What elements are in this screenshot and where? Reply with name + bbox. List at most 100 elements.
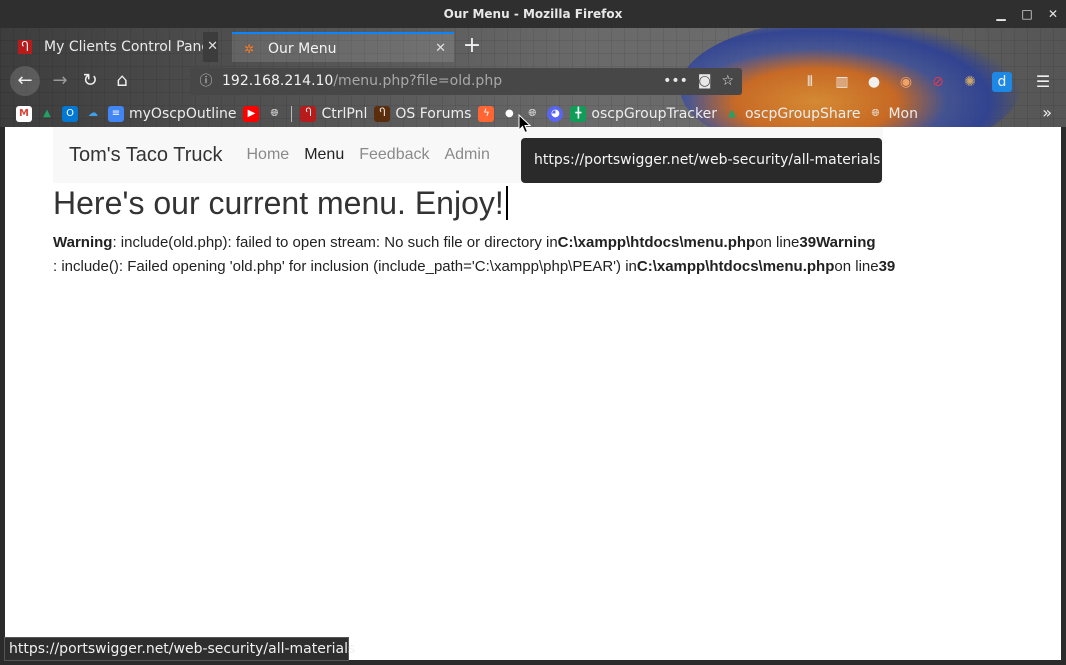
cookie-icon[interactable]: ✺	[960, 72, 980, 92]
url-text[interactable]: 192.168.214.10/menu.php?file=old.php	[222, 68, 502, 95]
bookmark-portswigger[interactable]: ϟ	[478, 103, 495, 125]
bookmark-label: oscpGroupTracker	[591, 105, 717, 122]
tab-my-clients[interactable]: Ⴄ My Clients Control Panel ✕	[8, 32, 226, 62]
bookmarks-toolbar: M ▲ O ☁ ≡ myOscpOutline ▶ 🌐︎ Ⴄ CtrlPnl Ⴄ OS…	[0, 100, 1066, 127]
bookmark-github[interactable]: ●	[501, 103, 517, 125]
maximize-icon[interactable]: □	[1020, 7, 1034, 21]
globe-icon: 🌐︎	[270, 107, 279, 119]
window-title: Our Menu - Mozilla Firefox	[443, 7, 623, 21]
nav-home[interactable]: Home	[247, 146, 290, 164]
home-button[interactable]: ⌂	[108, 67, 136, 95]
address-bar[interactable]: ⓘ 192.168.214.10/menu.php?file=old.php •…	[190, 68, 742, 95]
browser-chrome: Ⴄ My Clients Control Panel ✕ ✲ Our Menu …	[0, 28, 1066, 127]
google-drive-icon: ▲	[728, 107, 736, 119]
warning-path-1: C:\xampp\htdocs\menu.php	[557, 234, 756, 251]
bookmarks-overflow-icon[interactable]: »	[1042, 103, 1052, 122]
info-icon[interactable]: ⓘ	[198, 68, 214, 95]
firefox-window: Our Menu - Mozilla Firefox ▁ □ ✕ Ⴄ My Cl…	[0, 0, 1066, 665]
pocket-icon[interactable]: ◙	[698, 68, 712, 95]
bookmark-ctrlpnl[interactable]: Ⴄ CtrlPnl	[300, 103, 367, 125]
bookmark-label: CtrlPnl	[321, 105, 368, 122]
navigation-toolbar: ← → ↻ ⌂ ⓘ 192.168.214.10/menu.php?file=o…	[0, 62, 1066, 100]
github-icon: ●	[505, 107, 514, 119]
extension-icon[interactable]: d	[992, 72, 1012, 92]
url-actions: ••• ◙ ☆	[663, 68, 734, 95]
page-heading: Here's our current menu. Enjoy!	[53, 183, 508, 223]
php-warnings: Warning: include(old.php): failed to ope…	[53, 231, 973, 279]
gmail-icon: M	[16, 105, 32, 122]
window-controls: ▁ □ ✕	[994, 0, 1060, 28]
nav-feedback[interactable]: Feedback	[359, 146, 429, 164]
bookmark-label: Mon	[888, 105, 918, 122]
nav-admin[interactable]: Admin	[444, 146, 489, 164]
title-bar: Our Menu - Mozilla Firefox ▁ □ ✕	[0, 0, 1066, 28]
warning-text-1: : include(old.php): failed to open strea…	[112, 234, 558, 251]
google-sheets-icon: ╋	[570, 105, 587, 122]
bookmark-os-forums[interactable]: Ⴄ OS Forums	[374, 103, 471, 125]
bookmark-label: myOscpOutline	[129, 105, 237, 122]
tab-label: My Clients Control Panel	[44, 39, 214, 55]
bookmark-oscpgroupshare[interactable]: ▲ oscpGroupShare	[724, 103, 860, 125]
hamburger-menu-icon[interactable]: ☰	[1032, 68, 1054, 96]
minimize-icon[interactable]: ▁	[994, 7, 1008, 21]
xampp-icon: ✲	[243, 42, 255, 56]
text-cursor	[505, 186, 508, 220]
sidebar-icon[interactable]: ▥	[832, 72, 852, 92]
site-brand[interactable]: Tom's Taco Truck	[69, 144, 223, 167]
status-bar: https://portswigger.net/web-security/all…	[4, 637, 355, 661]
onedrive-icon: ☁	[88, 107, 98, 119]
blocker-icon[interactable]: ⊘	[928, 72, 948, 92]
outlook-icon: O	[62, 105, 78, 122]
youtube-icon: ▶	[243, 105, 260, 122]
offsec-icon: Ⴄ	[374, 105, 391, 122]
tab-label: Our Menu	[268, 41, 337, 57]
bookmark-drive[interactable]: ▲	[39, 103, 55, 125]
library-icon[interactable]: ⫴	[800, 72, 820, 92]
bookmark-onedrive[interactable]: ☁	[85, 103, 101, 125]
tab-our-menu[interactable]: ✲ Our Menu ✕	[232, 32, 454, 62]
warning-line-2: 39	[878, 258, 896, 275]
reload-button[interactable]: ↻	[76, 67, 104, 95]
url-path: /menu.php?file=old.php	[333, 73, 503, 89]
back-button[interactable]: ←	[10, 66, 40, 96]
bookmark-youtube[interactable]: ▶	[243, 103, 260, 125]
heading-text: Here's our current menu. Enjoy!	[53, 185, 504, 221]
page-content: Tom's Taco Truck Home Menu Feedback Admi…	[5, 127, 1061, 660]
page-actions-icon[interactable]: •••	[663, 68, 688, 95]
bookmark-star-icon[interactable]: ☆	[721, 68, 734, 95]
new-tab-button[interactable]: +	[460, 32, 484, 62]
bookmark-myoscpoutline[interactable]: ≡ myOscpOutline	[108, 103, 236, 125]
google-drive-icon: ▲	[43, 107, 51, 119]
warning-text-2: : include(): Failed opening 'old.php' fo…	[53, 258, 637, 275]
warning-on-line-2: on line	[834, 258, 879, 275]
warning-on-line-1: on line	[755, 234, 800, 251]
bookmark-discord[interactable]: ◕	[547, 103, 564, 125]
bookmark-tooltip: https://portswigger.net/web-security/all…	[521, 138, 882, 183]
url-host: 192.168.214.10	[222, 73, 334, 89]
bookmark-globe[interactable]: 🌐︎	[266, 103, 282, 125]
foxyproxy-icon[interactable]: ◉	[896, 72, 916, 92]
tab-strip: Ⴄ My Clients Control Panel ✕ ✲ Our Menu …	[0, 28, 1066, 62]
ctrlpnl-icon: Ⴄ	[18, 40, 32, 54]
toolbar-extensions: ⫴ ▥ ● ◉ ⊘ ✺ d	[800, 68, 1012, 96]
close-tab-icon[interactable]: ✕	[435, 34, 446, 62]
bookmark-separator	[291, 105, 293, 122]
bookmark-outlook[interactable]: O	[62, 103, 78, 125]
warning-line-1: 39	[799, 234, 817, 251]
close-icon[interactable]: ✕	[1046, 7, 1060, 21]
google-docs-icon: ≡	[108, 105, 124, 122]
globe-icon: 🌐︎	[871, 107, 880, 119]
bookmark-label: OS Forums	[395, 105, 472, 122]
account-icon[interactable]: ●	[864, 72, 884, 92]
bookmark-gmail[interactable]: M	[16, 103, 32, 125]
forward-button[interactable]: →	[46, 67, 74, 95]
bookmark-label: oscpGroupShare	[744, 105, 861, 122]
warning-label: Warning	[53, 234, 113, 251]
bookmark-mon[interactable]: 🌐︎ Mon	[867, 103, 918, 125]
bookmark-oscpgrouptracker[interactable]: ╋ oscpGroupTracker	[570, 103, 717, 125]
ctrlpnl-icon: Ⴄ	[300, 105, 317, 122]
close-tab-icon[interactable]: ✕	[203, 32, 218, 62]
nav-menu[interactable]: Menu	[304, 146, 344, 164]
portswigger-icon: ϟ	[478, 105, 495, 122]
warning-label-2: Warning	[816, 234, 876, 251]
